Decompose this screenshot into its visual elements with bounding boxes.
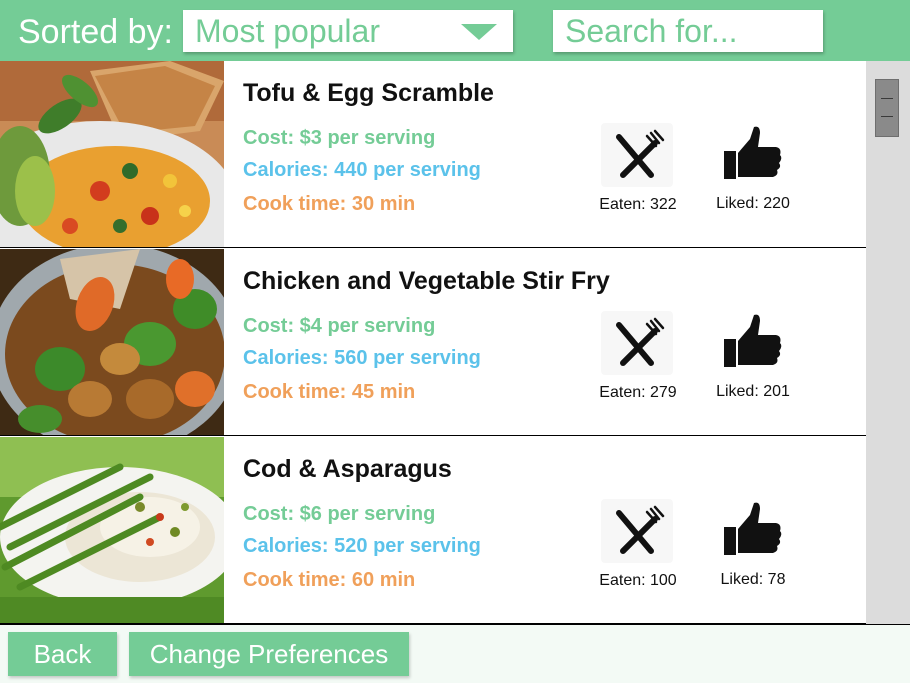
recipe-calories: Calories: 560 per serving — [243, 347, 481, 369]
recipe-cook-time: Cook time: 45 min — [243, 381, 416, 403]
sort-dropdown-value: Most popular — [195, 13, 380, 49]
recipe-cost: Cost: $6 per serving — [243, 503, 436, 525]
sorted-by-label: Sorted by: — [18, 13, 173, 51]
like-button[interactable] — [716, 499, 788, 563]
liked-count: Liked: 201 — [716, 383, 790, 400]
search-input[interactable] — [553, 10, 823, 52]
recipe-item[interactable]: Chicken and Vegetable Stir Fry Cost: $4 … — [0, 249, 866, 436]
recipe-title: Cod & Asparagus — [243, 455, 452, 483]
recipe-cook-time: Cook time: 30 min — [243, 193, 416, 215]
recipe-title: Tofu & Egg Scramble — [243, 79, 494, 107]
thumbs-up-icon — [724, 502, 782, 555]
back-button[interactable]: Back — [8, 632, 117, 676]
bottom-bar: Back Change Preferences — [0, 624, 910, 683]
recipe-calories: Calories: 440 per serving — [243, 159, 481, 181]
like-button[interactable] — [716, 311, 788, 375]
scrollbar-thumb[interactable] — [875, 79, 899, 137]
recipe-item[interactable]: Tofu & Egg Scramble Cost: $3 per serving… — [0, 61, 866, 248]
triangle-down-icon — [461, 24, 497, 40]
like-button[interactable] — [716, 123, 788, 187]
recipe-image — [0, 249, 224, 435]
fork-knife-icon — [616, 505, 665, 554]
change-preferences-button[interactable]: Change Preferences — [129, 632, 409, 676]
thumbs-up-icon — [724, 126, 782, 179]
recipe-calories: Calories: 520 per serving — [243, 535, 481, 557]
eaten-count: Eaten: 100 — [599, 572, 677, 589]
recipe-cook-time: Cook time: 60 min — [243, 569, 416, 591]
recipe-image — [0, 437, 224, 623]
scrollbar-grip — [881, 98, 893, 99]
recipe-cost: Cost: $4 per serving — [243, 315, 436, 337]
sort-dropdown[interactable]: Most popular — [183, 10, 513, 52]
eaten-count: Eaten: 279 — [599, 384, 677, 401]
recipe-title: Chicken and Vegetable Stir Fry — [243, 267, 610, 295]
eat-button[interactable] — [601, 499, 673, 563]
recipe-list: Tofu & Egg Scramble Cost: $3 per serving… — [0, 61, 866, 624]
eaten-count: Eaten: 322 — [599, 196, 677, 213]
recipe-cost: Cost: $3 per serving — [243, 127, 436, 149]
recipe-item[interactable]: Cod & Asparagus Cost: $6 per serving Cal… — [0, 437, 866, 624]
thumbs-up-icon — [724, 314, 782, 367]
top-bar: Sorted by: Most popular — [0, 0, 910, 61]
scrollbar-track[interactable] — [866, 61, 910, 624]
recipe-image — [0, 61, 224, 247]
liked-count: Liked: 220 — [716, 195, 790, 212]
eat-button[interactable] — [601, 311, 673, 375]
fork-knife-icon — [616, 129, 665, 178]
fork-knife-icon — [616, 317, 665, 366]
scrollbar-grip — [881, 116, 893, 117]
eat-button[interactable] — [601, 123, 673, 187]
liked-count: Liked: 78 — [720, 571, 786, 588]
